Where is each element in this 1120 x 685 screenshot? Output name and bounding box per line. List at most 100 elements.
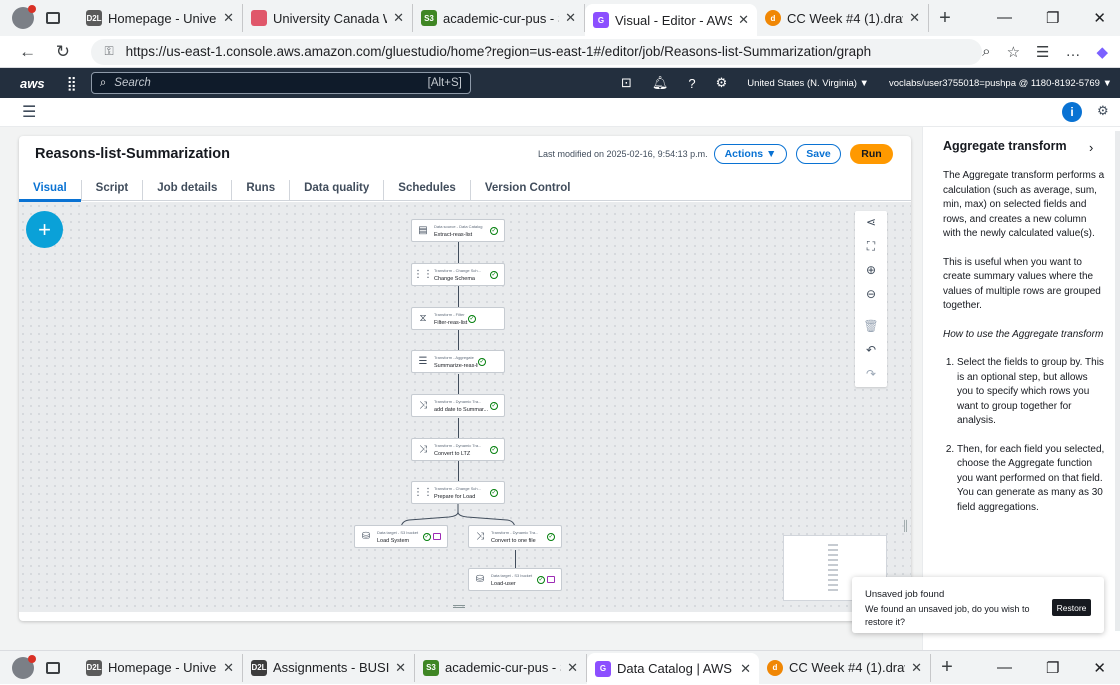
favorites-icon[interactable]: ☰ (1036, 43, 1049, 61)
minimize-icon[interactable]: — (997, 9, 1012, 27)
edge (458, 330, 459, 352)
layout-icon[interactable]: ⋖ (866, 215, 876, 233)
hamburger-menu-icon[interactable]: ☰ (22, 102, 36, 122)
tab-job-details[interactable]: Job details (143, 180, 233, 201)
run-button[interactable]: Run (850, 144, 893, 164)
aws-logo[interactable]: aws (20, 76, 45, 91)
shuffle-icon: ⤨ (419, 400, 427, 411)
tab-favicon-icon (251, 10, 267, 26)
zoom-out-icon[interactable]: ⊖ (866, 287, 876, 305)
close-window-icon[interactable]: ✕ (1093, 9, 1106, 27)
aws-search-input[interactable]: ⌕ Search [Alt+S] (90, 72, 471, 94)
more-menu-icon[interactable]: … (1065, 43, 1080, 60)
close-panel-icon[interactable]: › (1089, 140, 1093, 155)
close-tab-icon[interactable]: ✕ (393, 10, 404, 26)
copilot-icon[interactable]: ◆ (1096, 43, 1108, 61)
browser-tab[interactable]: University Canada West | ✕ (243, 4, 413, 32)
minimize-icon[interactable]: — (997, 659, 1012, 677)
cloudshell-icon[interactable]: ⊡ (621, 75, 632, 91)
tab-favicon-icon: D2L (251, 659, 267, 676)
settings-gear-icon[interactable]: ⚙ (716, 75, 728, 91)
info-icon[interactable]: i (1062, 102, 1082, 122)
tab-version-control[interactable]: Version Control (471, 180, 585, 201)
graph-node[interactable]: ⤨ Transform - Dynamic Tra... Convert to o… (468, 525, 562, 548)
browser-tab-active[interactable]: G Visual - Editor - AWS Glue ✕ (585, 4, 757, 36)
restore-icon[interactable]: ❐ (1046, 659, 1059, 677)
back-icon[interactable]: ← (10, 42, 45, 62)
close-tab-icon[interactable]: ✕ (567, 660, 578, 676)
restore-icon[interactable]: ❐ (1046, 9, 1059, 27)
close-tab-icon[interactable]: ✕ (740, 661, 751, 677)
region-selector[interactable]: United States (N. Virginia) ▼ (747, 78, 869, 89)
graph-node[interactable]: ⤨ Transform - Dynamic Tra... Convert to L… (411, 438, 505, 461)
browser-tab[interactable]: D2L Homepage - University C ✕ (78, 4, 243, 32)
tab-schedules[interactable]: Schedules (384, 180, 471, 201)
close-tab-icon[interactable]: ✕ (738, 12, 749, 28)
close-tab-icon[interactable]: ✕ (395, 660, 406, 676)
account-menu[interactable]: voclabs/user3755018=pushpa @ 1180-8192-5… (889, 78, 1112, 89)
unsaved-job-toast: Unsaved job found We found an unsaved jo… (852, 577, 1104, 633)
close-tab-icon[interactable]: ✕ (223, 10, 234, 26)
tab-actions-icon[interactable] (46, 12, 60, 24)
browser-tab[interactable]: S3 academic-cur-pus - S3 b ✕ (413, 4, 585, 32)
filter-icon: ⧖ (419, 313, 427, 324)
help-step: Select the fields to group by. This is a… (957, 356, 1105, 429)
graph-node[interactable]: ⤨ Transform - Dynamic Tra... add date to … (411, 394, 505, 417)
graph-node[interactable]: ⋮⋮ Transform - Change Sch... Change Schem… (411, 263, 505, 286)
browser-tab-active[interactable]: G Data Catalog | AWS Glue ✕ (587, 652, 759, 685)
browser-tab[interactable]: d CC Week #4 (1).drawio - ✕ (759, 653, 931, 682)
edge (458, 461, 459, 483)
tab-favicon-icon: S3 (423, 659, 439, 676)
actions-button[interactable]: Actions ▼ (714, 144, 787, 164)
tab-favicon-icon: D2L (86, 10, 102, 26)
browser-tab[interactable]: D2L Homepage - University C ✕ (78, 653, 243, 682)
undo-icon[interactable]: ↶ (866, 343, 876, 361)
profile-icon[interactable] (12, 654, 36, 679)
check-icon: ✓ (490, 488, 498, 497)
add-node-button[interactable]: + (26, 211, 63, 248)
tab-script[interactable]: Script (82, 180, 144, 201)
redo-icon[interactable]: ↷ (866, 367, 876, 385)
restore-button[interactable]: Restore (1052, 599, 1091, 616)
tab-runs[interactable]: Runs (232, 180, 291, 201)
graph-canvas[interactable]: + ▤ Data source - Data Catalog Extract-re… (19, 202, 911, 612)
close-tab-icon[interactable]: ✕ (223, 660, 234, 676)
zoom-in-icon[interactable]: ⊕ (866, 263, 876, 281)
new-tab-button[interactable]: + (931, 656, 963, 679)
browser-tab[interactable]: D2L Assignments - BUSI 651: ✕ (243, 653, 415, 682)
close-tab-icon[interactable]: ✕ (911, 660, 922, 676)
graph-node[interactable]: ⧖ Transform - Filter Filter-reas-list ✓ (411, 307, 505, 330)
help-icon[interactable]: ? (688, 76, 695, 91)
browser-tab[interactable]: d CC Week #4 (1).drawio - ✕ (757, 4, 929, 32)
close-window-icon[interactable]: ✕ (1093, 659, 1106, 677)
console-subbar: ☰ i ⚙ (0, 98, 1120, 127)
graph-node[interactable]: ⋮⋮ Transform - Change Sch... Prepare for … (411, 481, 505, 504)
graph-node[interactable]: ⛁ Data target - S3 bucket Load-user ✓ (468, 568, 562, 591)
zoom-icon[interactable]: ⌕ (982, 43, 990, 60)
graph-node[interactable]: ⛁ Data target - S3 bucket Load System ✓ (354, 525, 448, 548)
reload-icon[interactable]: ↻ (45, 42, 80, 62)
graph-node[interactable]: ☰ Transform - AggregateSummarize-reas-li… (411, 350, 505, 373)
aggregate-icon: ☰ (418, 356, 428, 367)
scrollbar[interactable] (1115, 131, 1120, 631)
bookmark-star-icon[interactable]: ☆ (1007, 43, 1020, 61)
url-input[interactable]: ⚿ https://us-east-1.console.aws.amazon.c… (90, 38, 983, 65)
tab-actions-icon[interactable] (46, 661, 60, 674)
close-tab-icon[interactable]: ✕ (565, 10, 576, 26)
new-tab-button[interactable]: + (929, 7, 961, 30)
fit-view-icon[interactable]: ⛶ (867, 239, 875, 257)
delete-icon[interactable]: 🗑︎ (863, 319, 878, 337)
panel-splitter[interactable]: ║ (902, 521, 909, 532)
notifications-bell-icon[interactable]: 🔔︎ (652, 75, 669, 91)
close-tab-icon[interactable]: ✕ (909, 10, 920, 26)
graph-node[interactable]: ▤ Data source - Data Catalog Extract-reas… (411, 219, 505, 242)
site-info-icon[interactable]: ⚿ (105, 44, 114, 59)
browser-tab[interactable]: S3 academic-cur-pus - S3 b ✕ (415, 653, 587, 682)
tab-visual[interactable]: Visual (19, 180, 82, 202)
resize-handle[interactable] (453, 605, 465, 608)
preferences-icon[interactable]: ⚙ (1097, 103, 1109, 119)
services-grid-icon[interactable]: ⣿ (67, 75, 77, 92)
profile-icon[interactable] (12, 5, 36, 29)
tab-data-quality[interactable]: Data quality (290, 180, 385, 201)
save-button[interactable]: Save (796, 144, 841, 164)
